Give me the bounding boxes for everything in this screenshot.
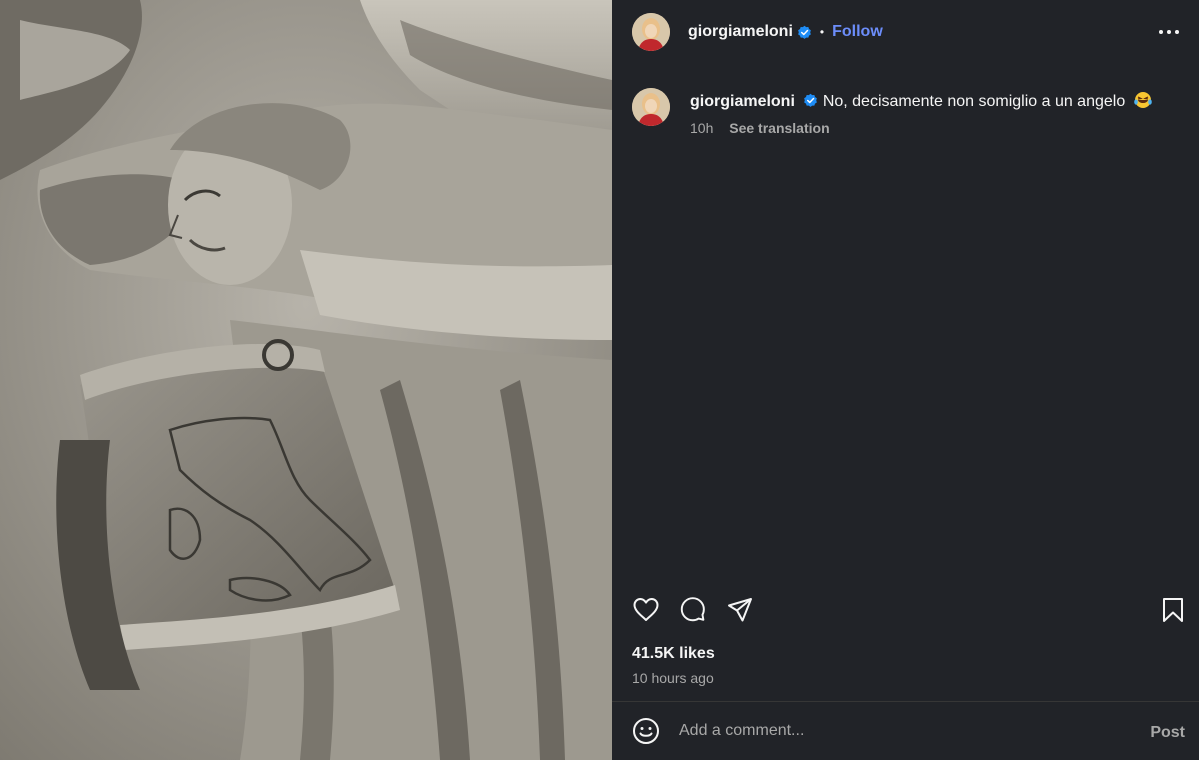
action-bar [632, 596, 1183, 624]
post-image[interactable] [0, 0, 612, 760]
caption-text: No, decisamente non somiglio a un angelo [822, 93, 1126, 110]
angel-artwork-image [0, 0, 612, 760]
laughing-emoji [1133, 92, 1152, 108]
post-caption: giorgiameloni No, decisamente non somigl… [632, 88, 1152, 136]
emoji-icon[interactable] [632, 717, 660, 745]
see-translation-link[interactable]: See translation [729, 120, 829, 136]
header-username[interactable]: giorgiameloni [688, 23, 793, 41]
post-comment-button[interactable]: Post [1150, 724, 1185, 742]
avatar-image [632, 88, 670, 126]
caption-username[interactable]: giorgiameloni [690, 93, 795, 110]
instagram-post: giorgiameloni • Follow giorgiameloni No,… [0, 0, 1199, 760]
comment-input[interactable] [679, 719, 1129, 743]
bookmark-icon[interactable] [1159, 596, 1187, 624]
likes-count[interactable]: 41.5K likes [632, 645, 715, 663]
heart-icon[interactable] [632, 596, 660, 624]
share-icon[interactable] [726, 596, 754, 624]
follow-button[interactable]: Follow [832, 23, 883, 41]
post-header: giorgiameloni • Follow [612, 0, 1199, 64]
verified-badge-icon [798, 25, 811, 39]
avatar-image [632, 13, 670, 51]
caption-time: 10h [690, 120, 714, 136]
verified-badge-icon [804, 93, 818, 107]
post-timestamp[interactable]: 10 hours ago [632, 670, 714, 686]
more-options-icon[interactable] [1157, 20, 1181, 44]
comment-bar: Post [612, 701, 1199, 760]
comment-icon[interactable] [679, 596, 707, 624]
avatar[interactable] [632, 13, 670, 51]
header-separator: • [819, 25, 825, 39]
post-side-panel: giorgiameloni • Follow giorgiameloni No,… [612, 0, 1199, 760]
caption-avatar[interactable] [632, 88, 670, 126]
